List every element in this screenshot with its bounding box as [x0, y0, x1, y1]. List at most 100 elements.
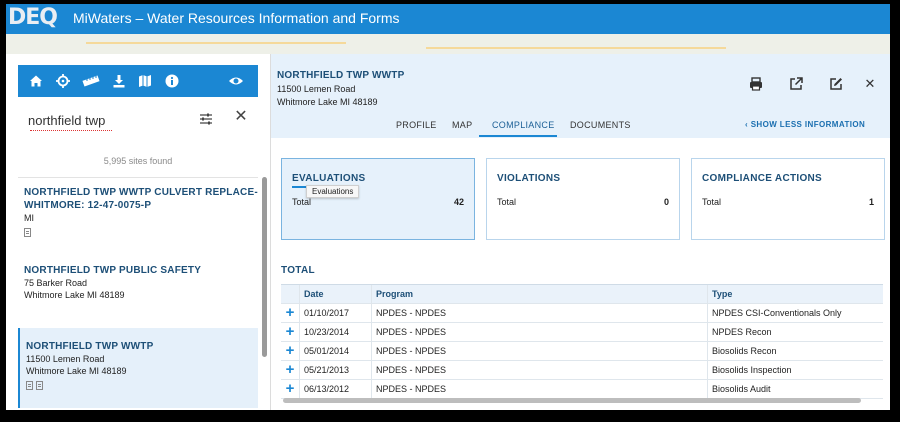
cell-program: NPDES - NPDES — [371, 323, 707, 342]
download-icon[interactable] — [111, 73, 127, 89]
map-background[interactable] — [6, 34, 890, 54]
map-road — [426, 47, 726, 49]
tab-documents[interactable]: DOCUMENTS — [570, 120, 631, 130]
table-row[interactable]: + 01/10/2017 NPDES - NPDES NPDES CSI-Con… — [281, 304, 883, 323]
evaluations-card[interactable]: EVALUATIONS Total 42 Evaluations — [281, 158, 475, 240]
list-item-selected[interactable]: NORTHFIELD TWP WWTP 11500 Lemen Road Whi… — [18, 328, 258, 408]
card-count: 42 — [453, 197, 464, 207]
app-header: DEQ MiWaters – Water Resources Informati… — [6, 4, 890, 34]
cell-date: 06/13/2012 — [299, 380, 371, 399]
filter-settings-icon[interactable] — [198, 111, 214, 127]
eye-icon[interactable] — [228, 73, 244, 89]
document-icon[interactable] — [36, 381, 43, 390]
site-address-city: Whitmore Lake MI 48189 — [24, 290, 125, 300]
show-less-label: SHOW LESS INFORMATION — [750, 120, 866, 129]
card-total-label: Total — [292, 197, 312, 207]
tab-compliance[interactable]: COMPLIANCE — [492, 120, 555, 130]
crosshair-icon[interactable] — [55, 73, 71, 89]
document-icon[interactable] — [24, 228, 31, 237]
site-name: NORTHFIELD TWP WWTP — [26, 341, 154, 352]
search-panel: ✕ 5,995 sites found NORTHFIELD TWP WWTP … — [18, 59, 268, 410]
site-address: MI — [24, 213, 34, 223]
table-row[interactable]: + 05/21/2013 NPDES - NPDES Biosolids Ins… — [281, 361, 883, 380]
compliance-actions-card[interactable]: COMPLIANCE ACTIONS Total 1 — [691, 158, 885, 240]
app-window: DEQ MiWaters – Water Resources Informati… — [6, 4, 890, 410]
cell-type: Biosolids Recon — [707, 342, 883, 361]
cell-date: 10/23/2014 — [299, 323, 371, 342]
active-tab-indicator — [479, 135, 557, 137]
card-title: COMPLIANCE ACTIONS — [702, 173, 823, 184]
deq-logo: DEQ — [8, 5, 58, 30]
info-icon[interactable] — [164, 73, 180, 89]
site-address-city: Whitmore Lake MI 48189 — [26, 366, 127, 376]
column-header-date[interactable]: Date — [299, 285, 371, 304]
tab-profile[interactable]: PROFILE — [396, 120, 437, 130]
facility-name: NORTHFIELD TWP WWTP — [277, 70, 405, 81]
table-row[interactable]: + 10/23/2014 NPDES - NPDES NPDES Recon — [281, 323, 883, 342]
list-item[interactable]: NORTHFIELD TWP PUBLIC SAFETY 75 Barker R… — [18, 264, 258, 320]
tooltip: Evaluations — [306, 185, 360, 198]
card-title: EVALUATIONS — [292, 173, 366, 184]
card-total-label: Total — [497, 197, 517, 207]
card-title: VIOLATIONS — [497, 173, 561, 184]
ruler-icon[interactable] — [82, 73, 100, 89]
column-header-type[interactable]: Type — [707, 285, 883, 304]
map-road — [86, 42, 346, 44]
evaluations-table: Date Program Type + 01/10/2017 NPDES - N… — [281, 284, 883, 399]
external-link-icon[interactable] — [788, 76, 804, 92]
cell-program: NPDES - NPDES — [371, 304, 707, 323]
cell-program: NPDES - NPDES — [371, 361, 707, 380]
search-row: ✕ — [18, 101, 258, 137]
cell-date: 05/21/2013 — [299, 361, 371, 380]
site-name: NORTHFIELD TWP WWTP CULVERT REPLACE-WHIT… — [24, 187, 258, 211]
expand-row-icon[interactable]: + — [281, 304, 299, 323]
table-row[interactable]: + 05/01/2014 NPDES - NPDES Biosolids Rec… — [281, 342, 883, 361]
map-icon[interactable] — [137, 73, 153, 89]
table-row[interactable]: + 06/13/2012 NPDES - NPDES Biosolids Aud… — [281, 380, 883, 399]
site-doc-icons — [24, 228, 258, 239]
total-section-title: TOTAL — [281, 265, 315, 276]
card-total-label: Total — [702, 197, 722, 207]
card-count: 0 — [663, 197, 669, 207]
cell-type: NPDES CSI-Conventionals Only — [707, 304, 883, 323]
expand-row-icon[interactable]: + — [281, 380, 299, 399]
spellcheck-underline — [30, 130, 112, 131]
list-item[interactable]: NORTHFIELD TWP WWTP CULVERT REPLACE-WHIT… — [18, 186, 258, 250]
site-doc-icons — [26, 381, 258, 392]
cell-date: 05/01/2014 — [299, 342, 371, 361]
table-header-row: Date Program Type — [281, 285, 883, 304]
edit-icon[interactable] — [828, 76, 844, 92]
cell-type: Biosolids Audit — [707, 380, 883, 399]
cell-type: Biosolids Inspection — [707, 361, 883, 380]
site-list-scrollbar[interactable] — [262, 177, 267, 357]
close-icon[interactable]: ✕ — [862, 76, 878, 92]
card-count: 1 — [868, 197, 874, 207]
site-name: NORTHFIELD TWP PUBLIC SAFETY — [24, 265, 202, 276]
expand-row-icon[interactable]: + — [281, 342, 299, 361]
trash-icon[interactable] — [26, 381, 33, 390]
home-icon[interactable] — [28, 73, 44, 89]
violations-card[interactable]: VIOLATIONS Total 0 — [486, 158, 680, 240]
site-address: 75 Barker Road — [24, 278, 88, 288]
facility-address: 11500 Lemen Road — [277, 84, 356, 94]
facility-detail-panel: NORTHFIELD TWP WWTP 11500 Lemen Road Whi… — [270, 54, 890, 410]
print-icon[interactable] — [748, 76, 764, 92]
cell-program: NPDES - NPDES — [371, 342, 707, 361]
site-address: 11500 Lemen Road — [26, 354, 105, 364]
column-header-program[interactable]: Program — [371, 285, 707, 304]
clear-search-icon[interactable]: ✕ — [233, 109, 249, 125]
app-title: MiWaters – Water Resources Information a… — [73, 10, 400, 26]
cell-program: NPDES - NPDES — [371, 380, 707, 399]
cell-date: 01/10/2017 — [299, 304, 371, 323]
tab-map[interactable]: MAP — [452, 120, 472, 130]
site-list: NORTHFIELD TWP WWTP CULVERT REPLACE-WHIT… — [18, 177, 258, 410]
map-toolbar — [18, 65, 258, 97]
expand-row-icon[interactable]: + — [281, 361, 299, 380]
facility-header: NORTHFIELD TWP WWTP 11500 Lemen Road Whi… — [271, 54, 890, 138]
search-input[interactable] — [28, 110, 188, 130]
table-horizontal-scrollbar[interactable] — [283, 398, 861, 403]
expand-row-icon[interactable]: + — [281, 323, 299, 342]
results-count: 5,995 sites found — [103, 156, 173, 166]
cell-type: NPDES Recon — [707, 323, 883, 342]
show-less-information-link[interactable]: ‹ SHOW LESS INFORMATION — [745, 120, 865, 129]
